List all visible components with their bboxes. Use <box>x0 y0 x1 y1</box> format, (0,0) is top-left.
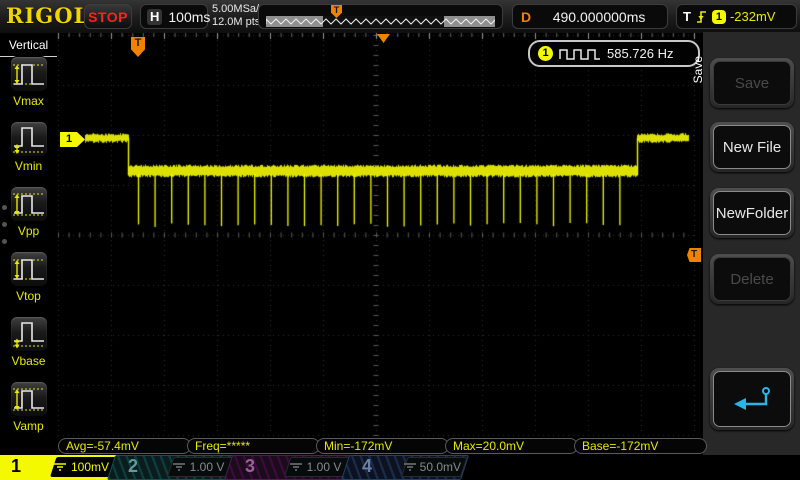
acquisition-info: 5.00MSa/s 12.0M pts <box>212 3 265 29</box>
page-dot <box>2 222 7 227</box>
sidebar-item-label: Vtop <box>16 289 41 303</box>
waveform-display <box>57 32 696 438</box>
channel-status-bar: 1 100mV 2 1.00 V 3 1.00 V 4 50.0mV <box>0 455 800 480</box>
trigger-level-value: -232mV <box>729 9 776 24</box>
trigger-source-badge: 1 <box>711 9 726 24</box>
sidebar-item-label: Vmin <box>14 159 43 173</box>
coupling-icon <box>404 463 416 471</box>
t-label: T <box>683 9 691 24</box>
channel2-number: 2 <box>128 456 139 476</box>
memory-depth: 12.0M pts <box>212 16 261 28</box>
vmin-icon <box>9 121 48 157</box>
sidebar-item-vbase[interactable]: Vbase <box>0 316 57 368</box>
channel3-tab[interactable]: 3 1.00 V <box>224 455 353 480</box>
freq-counter-value: 585.726 Hz <box>607 46 674 61</box>
vmax-icon <box>9 56 48 92</box>
square-wave-icon <box>559 48 600 60</box>
measurement-avg: Avg=-57.4mV <box>58 438 191 454</box>
sidebar-item-vtop[interactable]: Vtop <box>0 251 57 303</box>
sidebar-item-vmin[interactable]: Vmin <box>0 121 57 173</box>
channel4-scale: 50.0mV <box>419 460 461 474</box>
sidebar-item-vpp[interactable]: Vpp <box>0 186 57 238</box>
run-state-label: STOP <box>88 8 128 25</box>
channel1-scale: 100mV <box>70 460 110 474</box>
measurement-min: Min=-172mV <box>316 438 449 454</box>
sidebar-item-label: Vbase <box>11 354 46 368</box>
sidebar-item-vmax[interactable]: Vmax <box>0 56 57 108</box>
return-arrow-icon <box>734 387 770 410</box>
rigol-logo: RIGOL <box>6 3 90 28</box>
back-button-well <box>710 368 794 430</box>
preview-waveform-icon <box>266 18 495 25</box>
sidebar-item-vamp[interactable]: Vamp <box>0 381 57 433</box>
run-state-indicator: STOP <box>84 4 132 29</box>
channel2-tab[interactable]: 2 1.00 V <box>107 455 236 480</box>
channel2-scale: 1.00 V <box>189 460 225 474</box>
new-file-button-well: New File <box>710 122 794 172</box>
left-menu-title: Vertical <box>8 38 49 52</box>
timebase-value: 100ms <box>168 8 211 25</box>
coupling-icon <box>289 463 302 471</box>
save-button[interactable]: Save <box>713 61 791 105</box>
delay-readout: D 490.000000ms <box>512 4 668 29</box>
sidebar-item-label: Vmax <box>13 94 44 108</box>
sample-rate: 5.00MSa/s <box>212 3 265 15</box>
freq-counter-channel-badge: 1 <box>538 46 553 61</box>
top-bar: RIGOL STOP H 100ms 5.00MSa/s 12.0M pts T… <box>0 0 800 34</box>
channel3-scale: 1.00 V <box>306 460 342 474</box>
coupling-icon <box>53 463 66 471</box>
d-label: D <box>521 8 532 25</box>
measurement-max: Max=20.0mV <box>445 438 578 454</box>
trigger-readout: T 1 -232mV <box>676 4 797 29</box>
menu-tab-save: Save <box>691 56 705 84</box>
vamp-icon <box>9 381 48 417</box>
channel4-number: 4 <box>362 456 373 476</box>
oscilloscope-screen: RIGOL STOP H 100ms 5.00MSa/s 12.0M pts T… <box>0 0 800 480</box>
sidebar-item-label: Vpp <box>17 224 40 238</box>
vbase-icon <box>9 316 48 352</box>
page-dot <box>2 239 7 244</box>
measurement-freq: Freq=***** <box>187 438 320 454</box>
channel4-tab[interactable]: 4 50.0mV <box>341 455 470 480</box>
channel1-number: 1 <box>11 456 22 476</box>
trigger-slope-icon <box>696 11 706 23</box>
frequency-counter: 1 585.726 Hz <box>528 40 700 67</box>
new-folder-button[interactable]: NewFolder <box>713 191 791 235</box>
save-button-well: Save <box>710 58 794 108</box>
vpp-icon <box>9 186 48 222</box>
channel3-number: 3 <box>245 456 256 476</box>
measurement-base: Base=-172mV <box>574 438 707 454</box>
delay-value: 490.000000ms <box>552 8 646 25</box>
sidebar-item-label: Vamp <box>13 419 44 433</box>
page-dot <box>2 205 7 210</box>
horizontal-timebase: H 100ms <box>140 4 211 29</box>
delete-button-well: Delete <box>710 254 794 304</box>
trigger-level-marker-icon[interactable]: T <box>687 248 701 262</box>
h-label: H <box>147 8 163 25</box>
channel1-tab[interactable]: 1 100mV <box>0 455 119 480</box>
coupling-icon <box>172 463 185 471</box>
new-file-button[interactable]: New File <box>713 125 791 169</box>
new-folder-button-well: NewFolder <box>710 188 794 238</box>
vtop-icon <box>9 251 48 287</box>
back-button[interactable] <box>713 371 791 427</box>
memory-preview-strip <box>266 16 495 27</box>
delete-button[interactable]: Delete <box>713 257 791 301</box>
